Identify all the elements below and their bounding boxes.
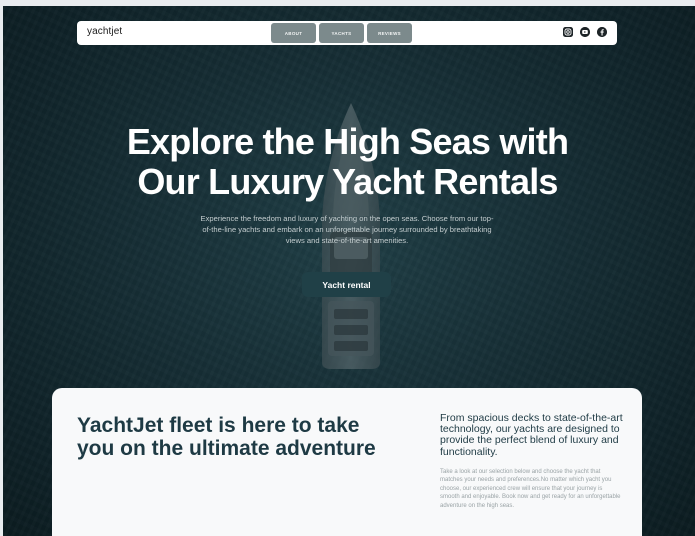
brand-logo[interactable]: yachtjet — [87, 26, 122, 37]
instagram-icon[interactable] — [563, 27, 573, 37]
nav-yachts-button[interactable]: YACHTS — [319, 23, 364, 43]
hero-title: Explore the High Seas with Our Luxury Ya… — [0, 122, 695, 202]
fleet-body-text: Take a look at our selection below and c… — [440, 469, 621, 509]
social-links — [563, 27, 607, 37]
hero-subtitle: Experience the freedom and luxury of yac… — [200, 214, 494, 245]
fleet-heading: YachtJet fleet is here to take you on th… — [77, 414, 376, 460]
navbar: yachtjet ABOUT YACHTS REVIEWS — [77, 21, 617, 45]
nav-reviews-button[interactable]: REVIEWS — [367, 23, 412, 43]
fleet-lead-text: From spacious decks to state-of-the-art … — [440, 412, 623, 458]
nav-about-button[interactable]: ABOUT — [271, 23, 316, 43]
hero-title-line-1: Explore the High Seas with — [126, 121, 569, 162]
facebook-icon[interactable] — [597, 27, 607, 37]
hero-title-line-2: Our Luxury Yacht Rentals — [137, 161, 558, 202]
youtube-icon[interactable] — [580, 27, 590, 37]
nav-links: ABOUT YACHTS REVIEWS — [271, 23, 412, 43]
fleet-card: YachtJet fleet is here to take you on th… — [52, 388, 642, 536]
yacht-rental-button[interactable]: Yacht rental — [302, 272, 391, 297]
